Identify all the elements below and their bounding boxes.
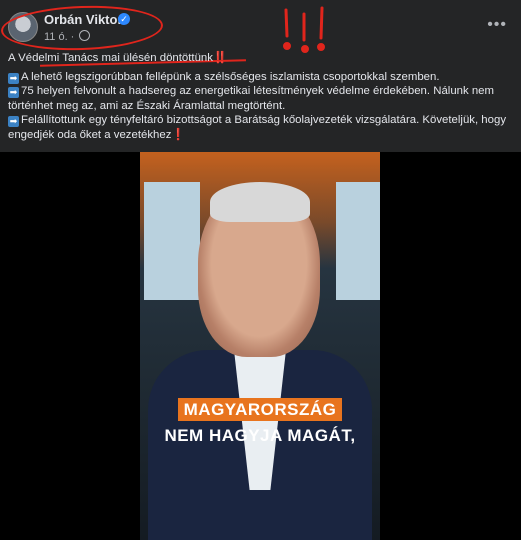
post-paragraph: ➡ A lehető legszigorúbban fellépünk a szé… xyxy=(8,70,440,84)
speaker-hair xyxy=(210,182,310,222)
video-player[interactable]: MAGYARORSZÁG NEM HAGYJA MAGÁT, xyxy=(0,152,521,540)
background-screen xyxy=(336,182,380,300)
background-screen xyxy=(144,182,200,300)
annotation-exclamations xyxy=(283,6,325,53)
more-options-button[interactable]: ••• xyxy=(487,16,507,34)
post-text: A Védelmi Tanács mai ülésén döntöttünk‼️… xyxy=(8,51,513,143)
video-frame[interactable]: MAGYARORSZÁG NEM HAGYJA MAGÁT, xyxy=(140,152,380,540)
arrow-right-icon: ➡ xyxy=(8,87,19,99)
arrow-right-icon: ➡ xyxy=(8,116,19,128)
post-paragraph: ➡ 75 helyen felvonult a hadsereg az energ… xyxy=(8,85,495,112)
video-caption-line2: NEM HAGYJA MAGÁT, xyxy=(164,426,356,445)
post-headline: A Védelmi Tanács mai ülésén döntöttünk‼️ xyxy=(8,52,228,64)
arrow-right-icon: ➡ xyxy=(8,72,19,84)
video-caption-line1: MAGYARORSZÁG xyxy=(140,398,380,421)
post-paragraph: ➡ Felállítottunk egy tényfeltáró bizottsá… xyxy=(8,114,507,141)
